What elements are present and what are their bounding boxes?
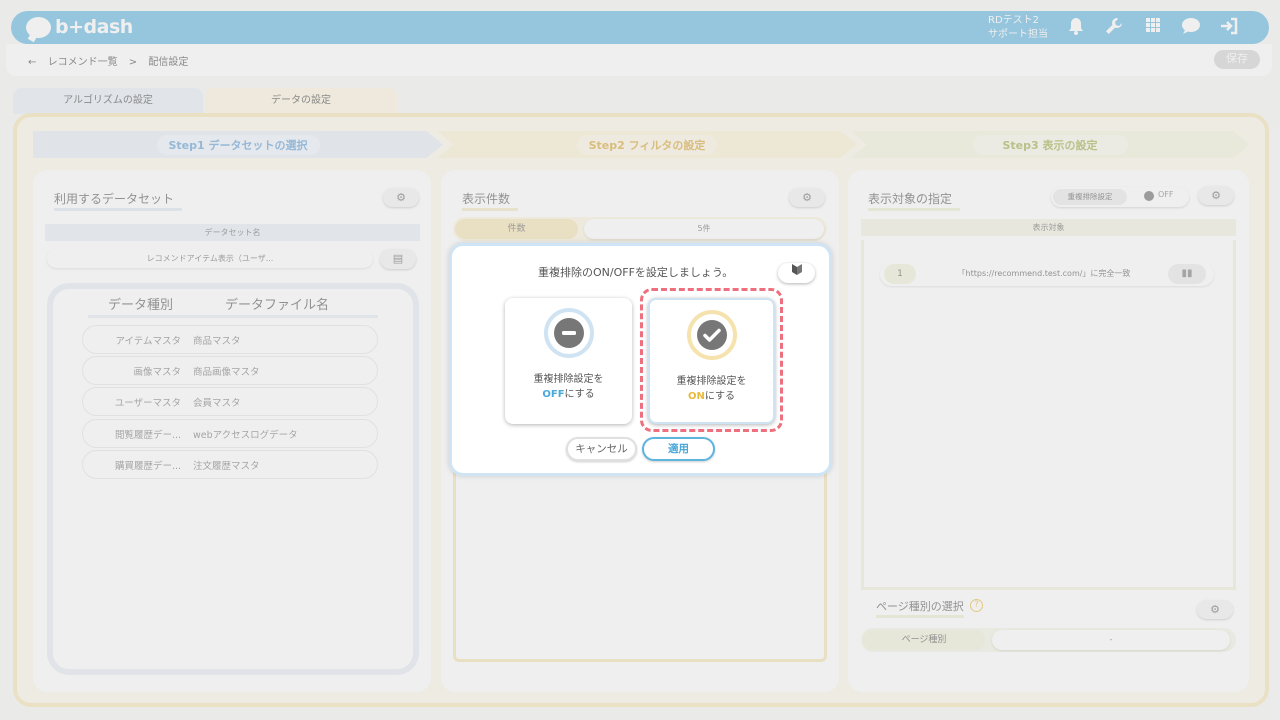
modal-question: 重複排除のON/OFFを設定しましょう。 [538,266,734,279]
dedupe-off-line1: 重複排除設定を [533,374,604,385]
dedupe-off-option[interactable]: 重複排除設定を OFFにする [505,298,632,424]
highlight-dashed-frame [640,288,783,432]
minus-icon [553,318,584,348]
dedupe-off-line2: OFFにする [505,387,632,402]
dedupe-off-text: 重複排除設定を OFFにする [505,372,632,402]
beginner-mark-icon[interactable] [778,263,815,283]
cancel-button[interactable]: キャンセル [566,437,637,461]
apply-button[interactable]: 適用 [642,437,715,461]
off-suffix: にする [564,389,595,400]
off-keyword: OFF [542,389,565,400]
dedupe-off-ring [543,308,594,358]
